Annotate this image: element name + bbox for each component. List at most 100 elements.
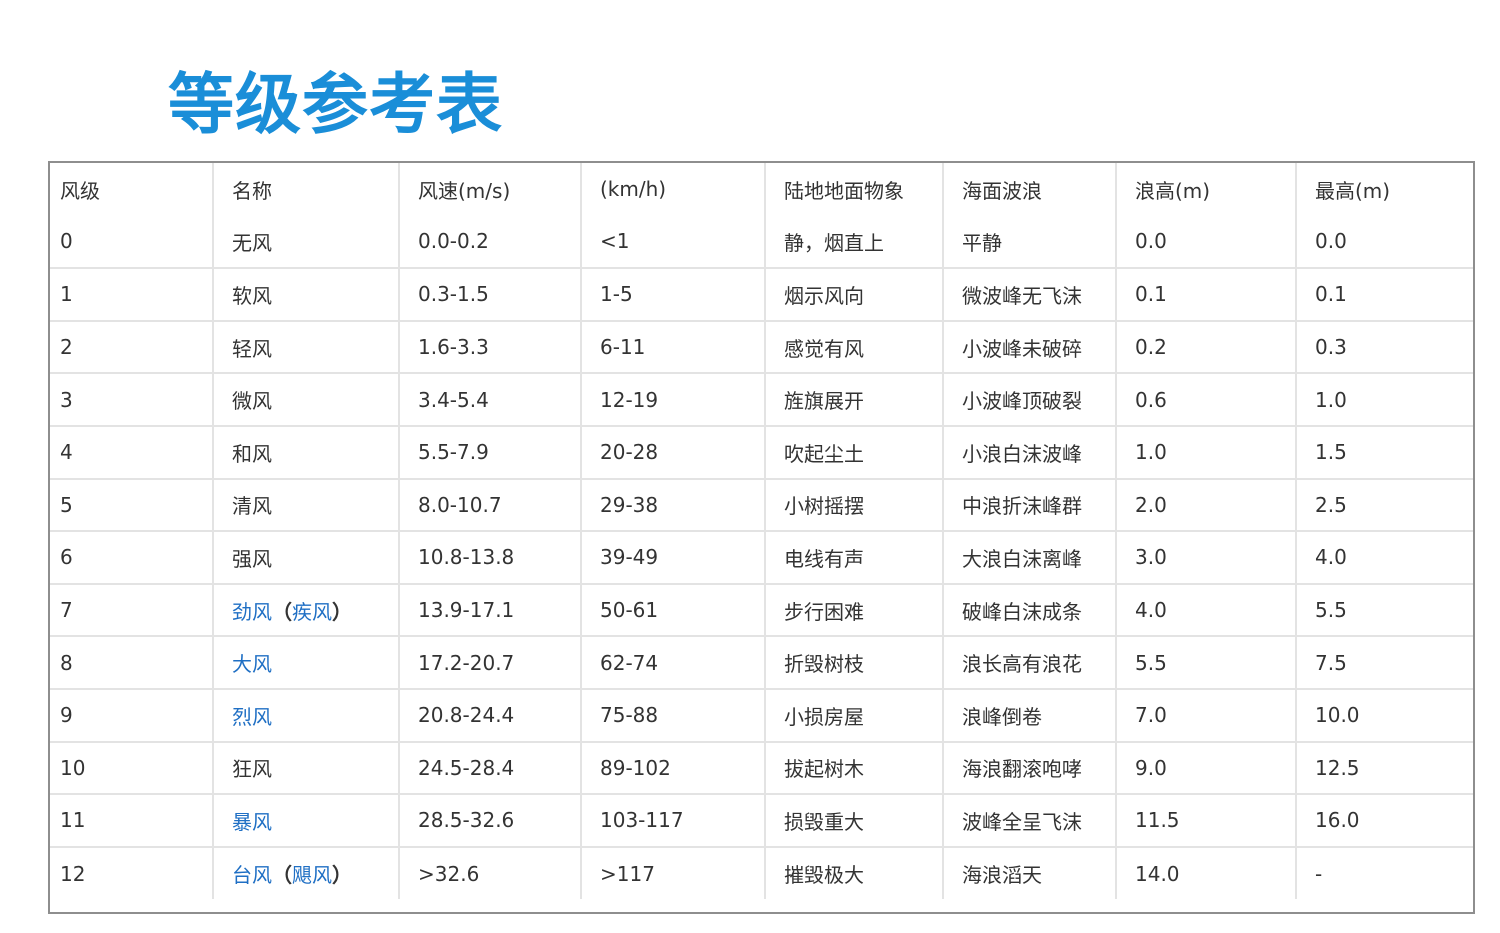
table-body: 0 无风 0.0-0.2 <1 静，烟直上 平静 0.0 0.0 1 软风 0.3-1.5 1-5 烟示… <box>50 215 1473 900</box>
level-cell: 11 <box>50 794 214 848</box>
wind-scale-table: 风级 名称 风速(m/s) (km/h) 陆地地面物象 海面波浪 浪高(m) 最… <box>50 163 1473 900</box>
speed-ms-cell: >32.6 <box>399 846 582 900</box>
sea-cell: 小浪白沫波峰 <box>943 425 1117 480</box>
name-cell: 清风 <box>213 478 400 533</box>
land-cell: 旌旗展开 <box>765 373 944 427</box>
column-header-max-height: 最高(m) <box>1315 178 1391 203</box>
table-row: 7 劲风（疾风） 13.9-17.1 50-61 步行困难 破峰白沫成条 4.0 5.5 <box>50 583 1473 638</box>
level-cell: 6 <box>50 531 214 585</box>
table-row: 3 微风 3.4-5.4 12-19 旌旗展开 小波峰顶破裂 0.6 1.0 <box>50 373 1473 427</box>
column-header-land: 陆地地面物象 <box>765 163 944 216</box>
wind-alt-name-link[interactable]: 疾风 <box>292 600 332 624</box>
wind-name: 软风 <box>232 283 272 308</box>
sea-cell: 中浪折沫峰群 <box>943 478 1117 533</box>
wind-name-link[interactable]: 烈风 <box>232 705 272 729</box>
speed-kmh-cell: 20-28 <box>581 425 766 480</box>
table-row: 1 软风 0.3-1.5 1-5 烟示风向 微波峰无飞沫 0.1 0.1 <box>50 268 1473 322</box>
speed-kmh-cell: 75-88 <box>581 688 766 743</box>
column-header-speed-kmh: (km/h) <box>581 163 766 216</box>
name-cell: 强风 <box>213 531 400 585</box>
table-row: 5 清风 8.0-10.7 29-38 小树摇摆 中浪折沫峰群 2.0 2.5 <box>50 478 1473 533</box>
wave-height-cell: 3.0 <box>1116 531 1297 585</box>
speed-ms-cell: 3.4-5.4 <box>399 373 582 427</box>
wave-height-cell: 11.5 <box>1116 794 1297 848</box>
column-header-speed-ms: 风速(m/s) <box>399 163 582 216</box>
wind-name: 和风 <box>232 441 272 466</box>
column-header-sea: 海面波浪 <box>943 163 1117 216</box>
max-height-cell: 12.5 <box>1296 741 1473 796</box>
wave-height-cell: 9.0 <box>1116 741 1297 796</box>
table-row: 4 和风 5.5-7.9 20-28 吹起尘土 小浪白沫波峰 1.0 1.5 <box>50 425 1473 480</box>
wind-name: 轻风 <box>232 336 272 361</box>
level-cell: 8 <box>50 636 214 690</box>
speed-ms-cell: 28.5-32.6 <box>399 794 582 848</box>
speed-ms-cell: 1.6-3.3 <box>399 320 582 375</box>
speed-kmh-cell: 103-117 <box>581 794 766 848</box>
level-cell: 3 <box>50 373 214 427</box>
sea-cell: 浪长高有浪花 <box>943 636 1117 690</box>
max-height-cell: 1.5 <box>1296 425 1473 480</box>
speed-kmh-cell: 39-49 <box>581 531 766 585</box>
max-height-cell: 0.3 <box>1296 320 1473 375</box>
speed-kmh-cell: <1 <box>581 215 766 270</box>
max-height-cell: 16.0 <box>1296 794 1473 848</box>
wave-height-cell: 4.0 <box>1116 583 1297 638</box>
land-cell: 摧毁极大 <box>765 846 944 900</box>
wave-height-cell: 0.1 <box>1116 268 1297 322</box>
max-height-cell: 2.5 <box>1296 478 1473 533</box>
name-cell: 大风 <box>213 636 400 690</box>
wind-scale-table-container: 风级 名称 风速(m/s) (km/h) 陆地地面物象 海面波浪 浪高(m) 最… <box>48 161 1475 914</box>
land-cell: 感觉有风 <box>765 320 944 375</box>
name-cell: 劲风（疾风） <box>213 583 400 638</box>
wind-name-link[interactable]: 大风 <box>232 652 272 676</box>
max-height-cell: 1.0 <box>1296 373 1473 427</box>
column-header-level: 风级 <box>50 163 214 216</box>
land-cell: 吹起尘土 <box>765 425 944 480</box>
sea-cell: 破峰白沫成条 <box>943 583 1117 638</box>
max-height-cell: 10.0 <box>1296 688 1473 743</box>
speed-ms-cell: 24.5-28.4 <box>399 741 582 796</box>
wind-name-link[interactable]: 劲风 <box>232 600 272 624</box>
table-row: 11 暴风 28.5-32.6 103-117 损毁重大 波峰全呈飞沫 11.5 16.0 <box>50 794 1473 848</box>
wind-alt-name-link[interactable]: 飓风 <box>292 863 332 887</box>
wind-name: 狂风 <box>232 757 272 782</box>
level-cell: 5 <box>50 478 214 533</box>
wind-name-link[interactable]: 台风 <box>232 863 272 887</box>
speed-ms-cell: 0.3-1.5 <box>399 268 582 322</box>
level-cell: 9 <box>50 688 214 743</box>
level-cell: 0 <box>50 215 214 270</box>
paren-open: （ <box>272 599 292 624</box>
land-cell: 小损房屋 <box>765 688 944 743</box>
speed-kmh-cell: >117 <box>581 846 766 900</box>
speed-ms-cell: 10.8-13.8 <box>399 531 582 585</box>
wind-name-link[interactable]: 暴风 <box>232 810 272 834</box>
speed-kmh-cell: 62-74 <box>581 636 766 690</box>
sea-cell: 海浪滔天 <box>943 846 1117 900</box>
table-row: 6 强风 10.8-13.8 39-49 电线有声 大浪白沫离峰 3.0 4.0 <box>50 531 1473 585</box>
name-cell: 暴风 <box>213 794 400 848</box>
name-cell: 狂风 <box>213 741 400 796</box>
speed-kmh-cell: 29-38 <box>581 478 766 533</box>
speed-kmh-cell: 6-11 <box>581 320 766 375</box>
sea-cell: 微波峰无飞沫 <box>943 268 1117 322</box>
wind-name: 无风 <box>232 230 272 255</box>
level-cell: 7 <box>50 583 214 638</box>
name-cell: 和风 <box>213 425 400 480</box>
land-cell: 静，烟直上 <box>765 215 944 270</box>
level-cell: 12 <box>50 846 214 900</box>
wave-height-cell: 5.5 <box>1116 636 1297 690</box>
table-row: 8 大风 17.2-20.7 62-74 折毁树枝 浪长高有浪花 5.5 7.5 <box>50 636 1473 690</box>
name-cell: 软风 <box>213 268 400 322</box>
max-height-cell: 7.5 <box>1296 636 1473 690</box>
wave-height-cell: 0.0 <box>1116 215 1297 270</box>
speed-kmh-cell: 50-61 <box>581 583 766 638</box>
land-cell: 步行困难 <box>765 583 944 638</box>
paren-close: ） <box>332 599 352 624</box>
column-header-wave-height: 浪高(m) <box>1116 163 1297 216</box>
speed-ms-cell: 0.0-0.2 <box>399 215 582 270</box>
name-cell: 微风 <box>213 373 400 427</box>
level-cell: 1 <box>50 268 214 322</box>
name-cell: 台风（飓风） <box>213 846 400 900</box>
level-cell: 2 <box>50 320 214 375</box>
wave-height-cell: 2.0 <box>1116 478 1297 533</box>
